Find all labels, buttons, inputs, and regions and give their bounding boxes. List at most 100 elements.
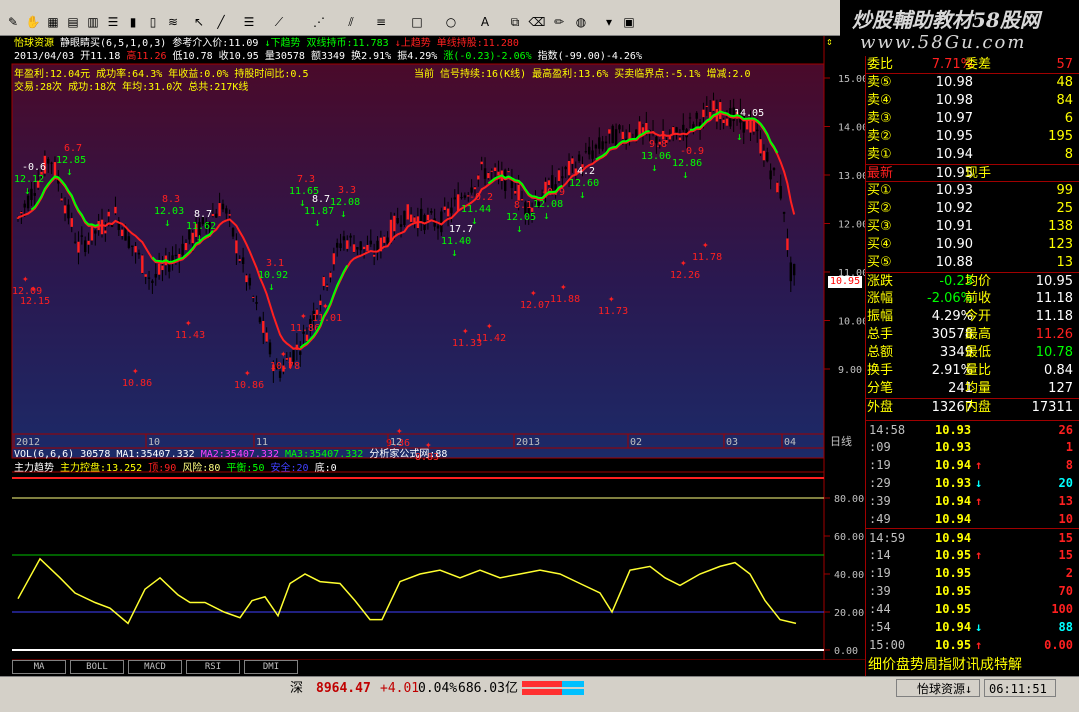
candle-body — [789, 262, 792, 282]
line-tool-icon[interactable]: ╱ — [212, 13, 230, 31]
grid-icon[interactable]: ▦ — [44, 13, 62, 31]
indicator-name: 静眼睛买(6,5,1,0,3) — [60, 38, 167, 49]
bar-amp: 振4.29% — [397, 51, 438, 62]
pencil-icon[interactable]: ✏ — [550, 13, 568, 31]
indicator-top: 顶:90 — [148, 463, 177, 474]
tab-ma[interactable]: MA — [12, 660, 66, 674]
quote-row: 分笔 241 均量 127 — [865, 380, 1079, 398]
order-ratio-row: 委比 7.71% 委差 57 — [865, 56, 1079, 74]
sell-row-l: 卖② — [867, 129, 892, 144]
quote-row: 振幅 4.29% 今开 11.18 — [865, 308, 1079, 326]
tick-row: :14 10.95 ↑ 15 — [865, 546, 1079, 564]
candle-body — [366, 244, 369, 251]
buy-row-m: 10.88 — [935, 255, 973, 270]
candle-body — [238, 259, 241, 261]
fan-tool-icon[interactable]: ⋰ — [310, 13, 328, 31]
tab-dmi[interactable]: DMI — [244, 660, 298, 674]
tab-boll[interactable]: BOLL — [70, 660, 124, 674]
eraser-icon[interactable]: ⌫ — [528, 13, 546, 31]
rect-tool-icon[interactable]: □ — [408, 13, 426, 31]
signal-price-red: 11.43 — [175, 330, 205, 341]
tick-t: :29 — [869, 476, 891, 490]
bars-icon[interactable]: ▯ — [144, 13, 162, 31]
table-icon[interactable]: ▤ — [64, 13, 82, 31]
market-label: 深 — [290, 681, 304, 696]
sell-arrow-icon: ✦ — [185, 316, 192, 329]
hline-tool-icon[interactable]: ☰ — [240, 13, 258, 31]
buy-arrow-icon: ↓ — [543, 209, 550, 222]
quote-row-r: 11.18 — [1035, 291, 1073, 306]
candle-body — [712, 100, 715, 111]
chart-area[interactable]: -0.612.12↓6.712.85↓8.312.03↓8.711.62↓7.3… — [0, 36, 865, 660]
candle-body — [80, 235, 84, 237]
ray-tool-icon[interactable]: ⟋ — [270, 13, 288, 31]
list-icon[interactable]: ☰ — [104, 13, 122, 31]
time-tick-label: 2013 — [516, 437, 540, 448]
text-tool-icon[interactable]: A — [476, 13, 494, 31]
move-arrows-icon[interactable]: ⇕ — [826, 36, 833, 48]
bar-turnover: 换2.91% — [351, 51, 392, 62]
signal-price-red: 11.88 — [550, 294, 580, 305]
candle-body — [292, 350, 295, 362]
candle-body — [557, 170, 561, 181]
quote-row-l: 总手 — [867, 327, 894, 342]
candle-body — [399, 224, 403, 227]
quote-row-l: 涨幅 — [867, 291, 894, 306]
tick-v: 8 — [1065, 458, 1073, 472]
buy-row: 买⑤ 10.88 13 — [865, 254, 1079, 272]
ellipse-tool-icon[interactable]: ○ — [442, 13, 460, 31]
indicator-balance: 平衡:50 — [226, 463, 265, 474]
arrow-down-icon[interactable]: ▾ — [600, 13, 618, 31]
channel-tool-icon[interactable]: ⫽ — [342, 13, 360, 31]
bar-open: 开11.18 — [80, 51, 121, 62]
buy-arrow-icon: ↓ — [736, 130, 743, 143]
ma-icon[interactable]: ≋ — [164, 13, 182, 31]
copy-icon[interactable]: ⧉ — [506, 13, 524, 31]
panel-switch-tabs[interactable]: 细价盘势周指财讯成特解 — [868, 656, 1022, 674]
candle-body — [362, 246, 366, 250]
tick-a: ↓ — [975, 620, 983, 634]
color-palette-icon[interactable]: ◍ — [572, 13, 590, 31]
chart-icon[interactable]: ▥ — [84, 13, 102, 31]
candle-body — [215, 213, 218, 218]
order-ratio-row-r: 57 — [1056, 57, 1073, 72]
buy-row-l: 买③ — [867, 219, 892, 234]
quote-row: 涨幅 -2.06% 前收 11.18 — [865, 290, 1079, 308]
buy-row-r: 123 — [1048, 237, 1073, 252]
draw-toolbar-icon[interactable]: ✎ — [4, 13, 22, 31]
candle-body — [480, 161, 483, 165]
current-stock-box[interactable]: 怡球资源↓ — [896, 679, 980, 697]
sell-arrow-icon: ✦ — [132, 364, 139, 377]
fib-tool-icon[interactable]: ≡ — [372, 13, 390, 31]
tick-p: 10.93 — [935, 476, 972, 490]
save-icon[interactable]: ▣ — [620, 13, 638, 31]
candle-body — [265, 332, 268, 342]
trend-4: 单线持股:11.280 — [436, 38, 519, 49]
hand-icon[interactable]: ✋ — [24, 13, 42, 31]
clock: 06:11:51 — [989, 682, 1047, 696]
sell-arrow-icon: ✦ — [560, 280, 567, 293]
sell-row-l: 卖④ — [867, 93, 892, 108]
candle-body — [60, 198, 63, 201]
candle-body — [87, 240, 90, 245]
tab-rsi[interactable]: RSI — [186, 660, 240, 674]
buy-row-r: 25 — [1056, 201, 1073, 216]
indicator-safe: 安全:20 — [270, 463, 309, 474]
tick-t: :49 — [869, 512, 891, 526]
tab-macd[interactable]: MACD — [128, 660, 182, 674]
tick-t: :54 — [869, 620, 891, 634]
period-label[interactable]: 日线 — [830, 436, 852, 448]
signal-value: 14.05 — [734, 108, 764, 119]
trend-3: ↓上趋势 — [394, 38, 431, 49]
sell-row-m: 10.97 — [935, 111, 973, 126]
signal-value: 4.2 — [577, 166, 595, 177]
signal-value: 3.1 — [266, 258, 284, 269]
buy-arrow-icon: ↓ — [66, 165, 73, 178]
buy-row-m: 10.92 — [935, 201, 973, 216]
candle-body — [144, 274, 147, 277]
candle-icon[interactable]: ▮ — [124, 13, 142, 31]
tick-v: 26 — [1058, 423, 1073, 437]
pointer-icon[interactable]: ↖ — [190, 13, 208, 31]
candle-body — [759, 139, 762, 154]
candle-body — [517, 184, 520, 201]
